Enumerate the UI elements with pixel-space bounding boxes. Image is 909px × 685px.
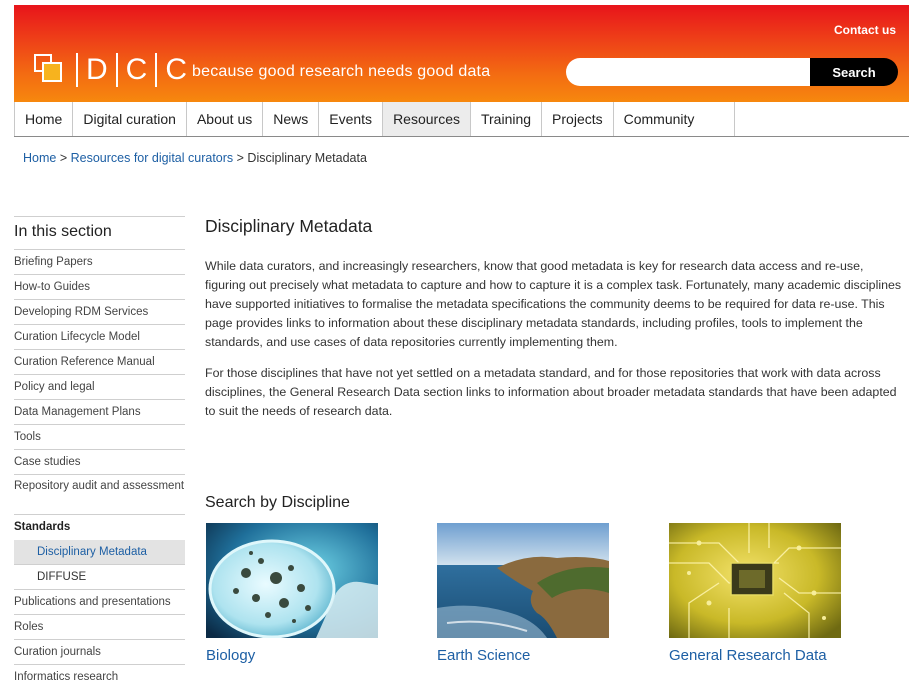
main-content: Disciplinary Metadata While data curator… xyxy=(205,216,909,433)
earth-science-coast-image[interactable] xyxy=(437,523,609,638)
search-input[interactable] xyxy=(566,58,814,86)
sidebar-item-briefing-papers[interactable]: Briefing Papers xyxy=(14,250,185,275)
logo-letter: C xyxy=(115,53,156,87)
logo-letter: C xyxy=(155,53,195,87)
sidebar-subitem-diffuse[interactable]: DIFFUSE xyxy=(14,565,185,590)
breadcrumb-separator: > xyxy=(56,151,71,165)
sidebar-item-developing-rdm-services[interactable]: Developing RDM Services xyxy=(14,300,185,325)
sidebar-item-roles[interactable]: Roles xyxy=(14,615,185,640)
sidebar-item-curation-lifecycle-model[interactable]: Curation Lifecycle Model xyxy=(14,325,185,350)
sidebar-item-informatics-research[interactable]: Informatics research xyxy=(14,665,185,685)
sidebar-item-publications[interactable]: Publications and presentations xyxy=(14,590,185,615)
nav-projects[interactable]: Projects xyxy=(542,102,614,136)
sidebar-item-curation-journals[interactable]: Curation journals xyxy=(14,640,185,665)
logo-letters: D C C xyxy=(76,53,195,87)
discipline-caption-biology[interactable]: Biology xyxy=(206,647,378,664)
breadcrumb-resources[interactable]: Resources for digital curators xyxy=(71,151,234,165)
biology-petri-dish-image[interactable] xyxy=(206,523,378,638)
site-header: Contact us D C C because good research n… xyxy=(14,5,909,102)
general-data-paragraph: For those disciplines that have not yet … xyxy=(205,366,897,418)
logo-mark-icon xyxy=(32,52,68,88)
main-nav: Home Digital curation About us News Even… xyxy=(14,102,909,137)
breadcrumb: Home > Resources for digital curators > … xyxy=(23,151,367,165)
discipline-card-biology[interactable]: Biology xyxy=(206,523,378,664)
logo-letter: D xyxy=(76,53,116,87)
nav-news[interactable]: News xyxy=(263,102,320,136)
discipline-card-earth-science[interactable]: Earth Science xyxy=(437,523,609,664)
breadcrumb-current: Disciplinary Metadata xyxy=(247,151,367,165)
section-sidebar: In this section Briefing Papers How-to G… xyxy=(14,216,185,685)
breadcrumb-separator: > xyxy=(233,151,248,165)
nav-home[interactable]: Home xyxy=(14,102,74,136)
general-data-circuit-image[interactable] xyxy=(669,523,841,638)
discipline-caption-general-research-data[interactable]: General Research Data xyxy=(669,647,841,664)
sidebar-item-policy-and-legal[interactable]: Policy and legal xyxy=(14,375,185,400)
nav-training[interactable]: Training xyxy=(471,102,543,136)
nav-events[interactable]: Events xyxy=(319,102,384,136)
search-by-discipline-heading: Search by Discipline xyxy=(205,494,350,511)
search-form: Search xyxy=(566,58,898,86)
sidebar-heading: In this section xyxy=(14,216,185,250)
nav-community[interactable]: Community xyxy=(614,102,736,136)
intro-paragraph: While data curators, and increasingly re… xyxy=(205,259,902,349)
page-title: Disciplinary Metadata xyxy=(205,216,373,236)
sidebar-item-case-studies[interactable]: Case studies xyxy=(14,450,185,475)
sidebar-item-how-to-guides[interactable]: How-to Guides xyxy=(14,275,185,300)
nav-digital-curation[interactable]: Digital curation xyxy=(73,102,187,136)
dcc-logo[interactable]: D C C xyxy=(32,52,195,88)
discipline-card-general-research-data[interactable]: General Research Data xyxy=(669,523,841,664)
nav-resources[interactable]: Resources xyxy=(383,102,471,136)
tagline: because good research needs good data xyxy=(192,63,491,80)
sidebar-item-tools[interactable]: Tools xyxy=(14,425,185,450)
sidebar-item-data-management-plans[interactable]: Data Management Plans xyxy=(14,400,185,425)
breadcrumb-home[interactable]: Home xyxy=(23,151,56,165)
sidebar-item-curation-reference-manual[interactable]: Curation Reference Manual xyxy=(14,350,185,375)
search-button[interactable]: Search xyxy=(810,58,898,86)
contact-us-link[interactable]: Contact us xyxy=(834,23,896,37)
sidebar-item-standards[interactable]: Standards xyxy=(14,515,185,540)
sidebar-item-repository-audit[interactable]: Repository audit and assessment xyxy=(14,475,185,515)
discipline-caption-earth-science[interactable]: Earth Science xyxy=(437,647,609,664)
sidebar-subitem-disciplinary-metadata[interactable]: Disciplinary Metadata xyxy=(14,540,185,565)
nav-about-us[interactable]: About us xyxy=(187,102,264,136)
